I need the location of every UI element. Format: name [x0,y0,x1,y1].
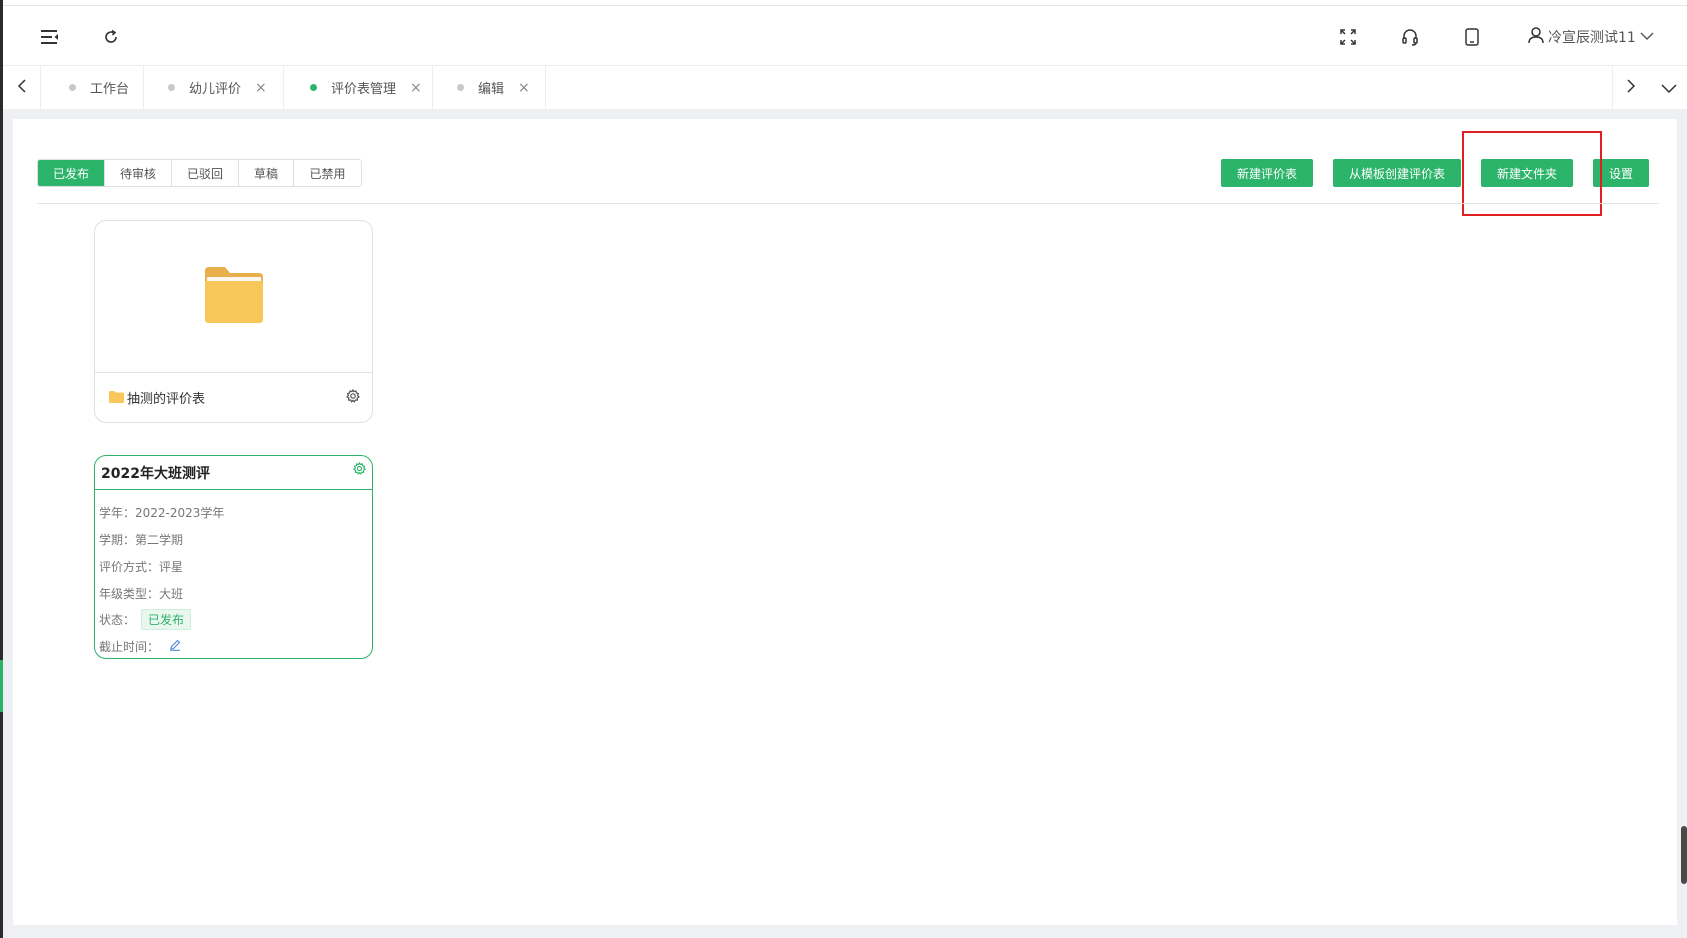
edit-icon[interactable] [169,639,181,654]
tab-label: 评价表管理 [331,82,397,97]
toolbar-divider [37,203,1659,204]
filter-rejected[interactable]: 已驳回 [172,160,239,186]
status-row: 状态： 已发布 [99,609,192,630]
tab-form-management[interactable]: 评价表管理 × [284,66,433,109]
user-icon [1528,26,1544,48]
tab-dot [310,84,317,91]
tabs-bar: 工作台 幼儿评价 × 评价表管理 × 编辑 × [3,66,1687,109]
tabs-dropdown-button[interactable] [1650,66,1687,109]
tablet-icon[interactable] [1461,26,1483,48]
folder-small-icon [109,388,124,407]
tab-workbench[interactable]: 工作台 [41,66,144,109]
tab-child-evaluation[interactable]: 幼儿评价 × [144,66,284,109]
close-icon[interactable]: × [255,80,267,96]
content-gutter-left [3,109,13,938]
field-label: 状态： [99,613,136,627]
headset-icon[interactable] [1399,26,1421,48]
user-menu[interactable]: 冷宣辰测试11 [1528,26,1654,48]
folder-name: 抽测的评价表 [127,392,206,407]
gear-icon[interactable] [353,460,366,479]
method-row: 评价方式： 评星 [99,558,183,575]
grade-row: 年级类型： 大班 [99,585,183,602]
content-gutter-bottom [3,925,1687,938]
filter-pending-review[interactable]: 待审核 [105,160,172,186]
chevron-down-icon [1661,78,1677,97]
create-from-template-button[interactable]: 从模板创建评价表 [1333,159,1461,187]
chevron-down-icon [1640,29,1654,45]
close-icon[interactable]: × [518,80,530,96]
field-label: 学年： [99,506,136,520]
tabs-scroll-left-button[interactable] [3,66,41,109]
field-label: 年级类型： [99,587,160,601]
gear-icon[interactable] [346,388,360,407]
filter-draft[interactable]: 草稿 [239,160,294,186]
card-title: 2022年大班测评 [101,465,210,482]
school-year-value: 2022-2023学年 [135,506,225,520]
field-label: 评价方式： [99,560,160,574]
semester-row: 学期： 第二学期 [99,531,183,548]
app-root: 冷宣辰测试11 工作台 幼儿评价 × 评价表管理 × 编辑 × 已发布 待审核 … [0,0,1687,938]
tab-label: 工作台 [90,82,130,97]
deadline-row: 截止时间： [99,638,181,655]
status-badge: 已发布 [141,609,192,630]
user-name: 冷宣辰测试11 [1548,30,1636,46]
field-label: 截止时间： [99,640,160,654]
folder-card-footer: 抽测的评价表 [95,373,372,422]
content-gutter-top [3,109,1687,119]
close-icon[interactable]: × [410,80,422,96]
tab-label: 编辑 [478,82,505,97]
folder-icon [203,265,265,329]
semester-value: 第二学期 [135,533,184,547]
content-gutter-right [1677,109,1687,938]
filter-disabled[interactable]: 已禁用 [294,160,361,186]
method-value: 评星 [159,560,184,574]
tab-dot [457,84,464,91]
tab-edit[interactable]: 编辑 × [433,66,546,109]
tab-dot [168,84,175,91]
folder-preview [95,221,372,373]
filter-published[interactable]: 已发布 [38,160,105,186]
tab-dot [69,84,76,91]
card-header: 2022年大班测评 [95,456,372,490]
fullscreen-icon[interactable] [1337,26,1359,48]
chevron-right-icon [1627,78,1636,97]
grade-value: 大班 [159,587,184,601]
folder-card[interactable]: 抽测的评价表 [94,220,373,423]
chevron-left-icon [17,78,26,97]
evaluation-form-card[interactable]: 2022年大班测评 学年： 2022-2023学年 学期： 第二学期 评价方式：… [94,455,373,659]
new-form-button[interactable]: 新建评价表 [1221,159,1313,187]
top-header: 冷宣辰测试11 [3,5,1687,66]
field-label: 学期： [99,533,136,547]
menu-fold-icon[interactable] [39,26,61,48]
school-year-row: 学年： 2022-2023学年 [99,504,224,521]
refresh-icon[interactable] [100,26,122,48]
scrollbar-thumb[interactable] [1681,826,1687,884]
status-filter-group: 已发布 待审核 已驳回 草稿 已禁用 [37,159,362,187]
tabs-scroll-right-button[interactable] [1612,66,1650,109]
tab-label: 幼儿评价 [189,82,242,97]
